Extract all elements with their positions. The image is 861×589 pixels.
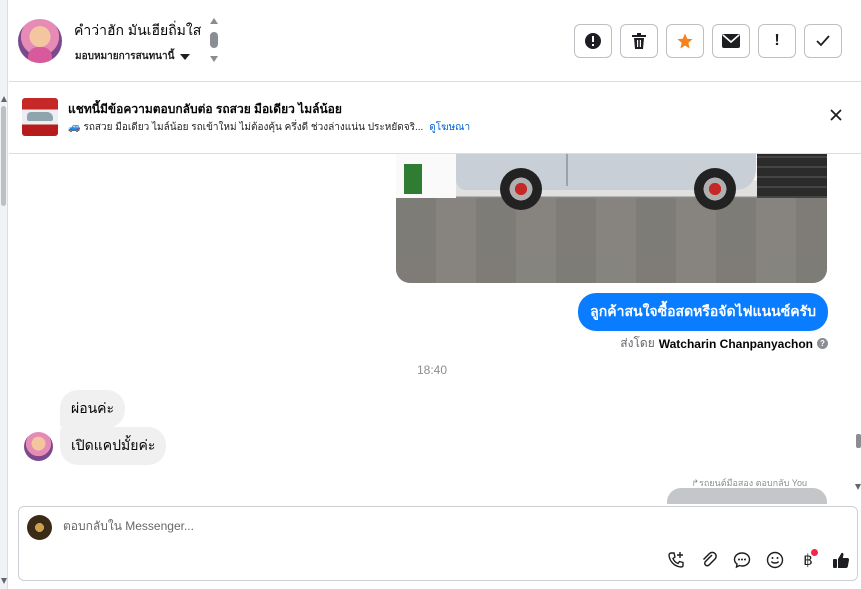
ad-banner-description: รถสวย มือเดียว ไมล์น้อย รถเข้าใหม่ ไม่ต้… [83,122,424,133]
follow-up-button[interactable]: ! [758,24,796,58]
baht-payment-icon[interactable]: ฿ [798,549,818,570]
attachment-icon[interactable] [699,550,719,570]
star-button[interactable] [666,24,704,58]
thumbs-up-icon[interactable] [831,550,851,570]
delete-button[interactable] [620,24,658,58]
contact-avatar[interactable] [18,19,62,63]
scroll-down-arrow-icon[interactable] [855,484,861,490]
scrollbar-thumb[interactable] [1,106,6,206]
name-scroll-control[interactable] [209,18,219,64]
trash-icon [632,33,646,49]
scroll-down-icon[interactable] [210,56,218,62]
car-icon: 🚙 [68,122,81,133]
star-icon [677,33,693,49]
scroll-down-arrow-icon[interactable] [1,578,7,584]
sent-by-author: Watcharin Chanpanyachon [658,336,813,351]
scroll-up-arrow-icon[interactable] [1,96,7,102]
envelope-icon [722,34,740,48]
ad-banner-title: แชทนี้มีข้อความตอบกลับต่อ รถสวย มือเดียว… [68,102,342,116]
exclamation-icon: ! [774,32,780,49]
incoming-message-bubble[interactable]: เปิดแคปมั้ยค่ะ [60,427,167,465]
reply-arrow-icon: ↱ [691,478,699,488]
message-thread[interactable]: ลูกค้าสนใจซื้อสดหรือจัดไฟแนนซ์ครับ ส่งโด… [9,154,855,504]
report-button[interactable] [574,24,612,58]
outgoing-message-bubble[interactable]: ลูกค้าสนใจซื้อสดหรือจัดไฟแนนซ์ครับ [578,293,828,331]
reply-preview-bubble[interactable] [667,488,827,504]
composer-toolbar: ฿ [666,549,851,570]
sent-by-prefix: ส่งโดย [620,336,655,350]
page-avatar [27,515,52,540]
view-ad-link[interactable]: ดูโฆษณา [429,122,470,133]
message-timestamp: 18:40 [416,363,448,377]
saved-reply-icon[interactable] [732,550,752,570]
scroll-thumb[interactable] [210,32,218,48]
car-ad-thumbnail[interactable] [22,98,58,136]
header-actions: ! [574,24,842,58]
emoji-icon[interactable] [765,550,785,570]
call-add-icon[interactable] [666,550,686,570]
left-scrollbar[interactable] [0,0,8,589]
chevron-down-icon [180,53,191,60]
help-icon[interactable]: ? [817,338,828,349]
mark-unread-button[interactable] [712,24,750,58]
notification-dot [811,549,818,556]
sent-photo-pickup-truck[interactable] [396,154,827,283]
contact-avatar-small [24,432,53,461]
sent-by-line: ส่งโดย Watcharin Chanpanyachon ? [620,334,828,353]
alert-circle-icon [585,33,601,49]
reply-context-text: รถยนต์มือสอง ตอบกลับ You [698,478,807,488]
checkmark-icon [816,35,830,47]
incoming-message-bubble[interactable]: ผ่อนค่ะ [60,390,126,428]
message-composer: ฿ [18,506,858,581]
scrollbar-thumb[interactable] [856,434,861,448]
contact-name[interactable]: คำว่าฮัก มันเฮียถิ่มใส [74,20,201,42]
right-scrollbar[interactable] [855,150,861,500]
conversation-header: คำว่าฮัก มันเฮียถิ่มใส มอบหมายการสนทนานี… [9,0,861,82]
ad-context-banner: แชทนี้มีข้อความตอบกลับต่อ รถสวย มือเดียว… [9,82,861,154]
mark-done-button[interactable] [804,24,842,58]
reply-input[interactable] [63,519,763,533]
close-icon[interactable] [829,108,843,122]
assign-label: มอบหมายการสนทนานี้ [75,51,175,62]
scroll-up-icon[interactable] [210,18,218,24]
ad-banner-text: 🚙 รถสวย มือเดียว ไมล์น้อย รถเข้าใหม่ ไม่ต… [68,120,470,135]
assign-conversation-dropdown[interactable]: มอบหมายการสนทนานี้ [75,49,191,64]
